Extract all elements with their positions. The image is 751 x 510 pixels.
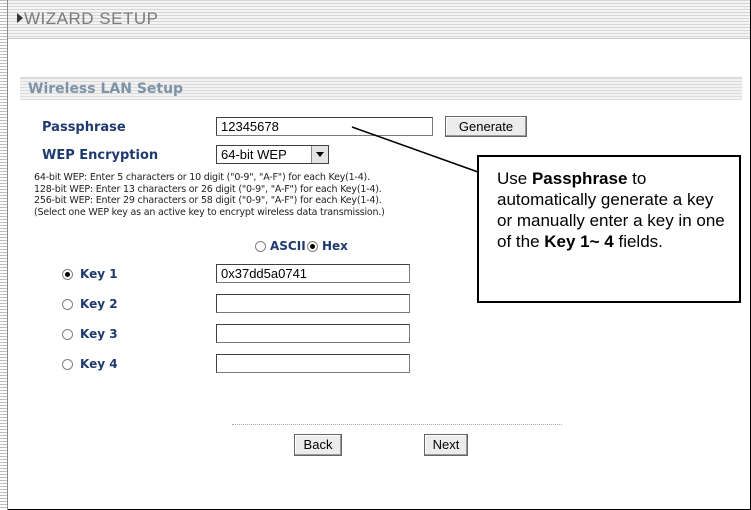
callout-box: Use Passphrase to automatically generate… (477, 155, 741, 303)
callout-bold: Passphrase (531, 169, 628, 188)
callout-text: Use (497, 169, 532, 188)
callout-text: fields. (613, 232, 663, 251)
callout-bold: Key 1~ 4 (544, 232, 614, 251)
